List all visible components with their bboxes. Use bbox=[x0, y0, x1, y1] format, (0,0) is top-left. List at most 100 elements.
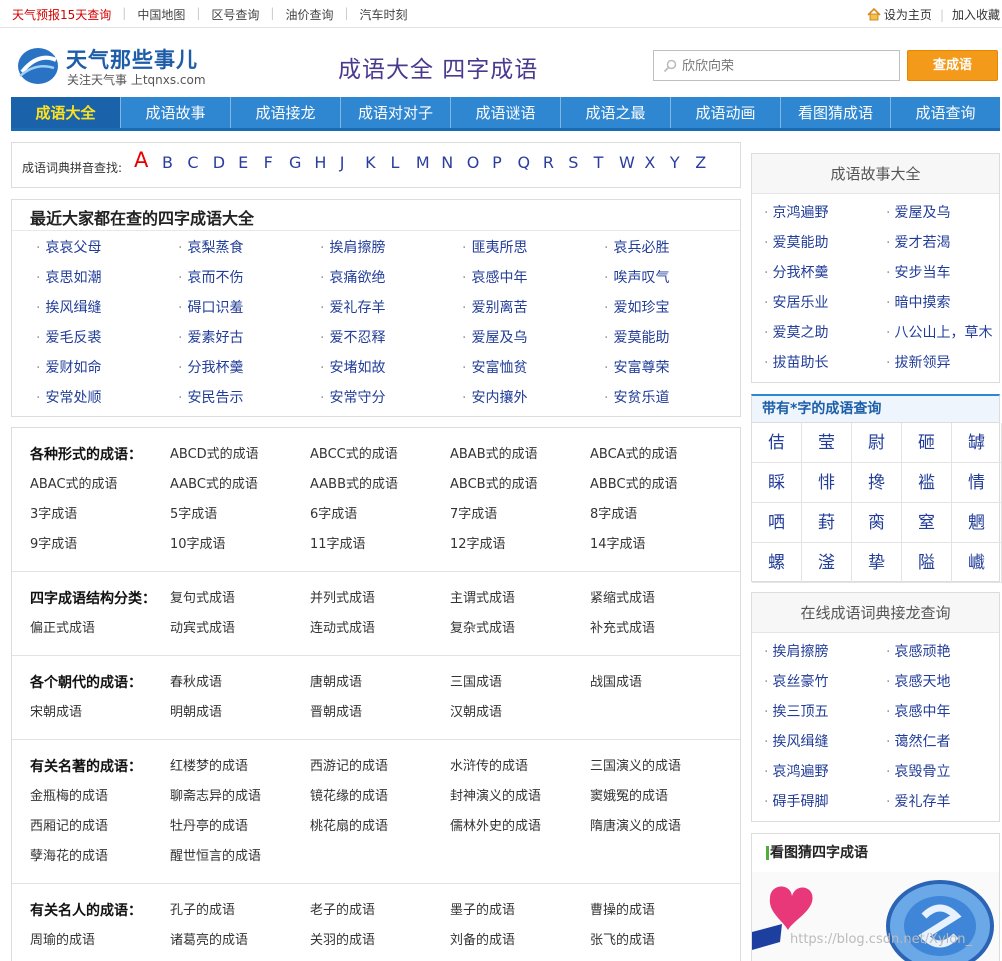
category-link[interactable]: AABB式的成语 bbox=[310, 470, 450, 500]
category-link[interactable]: ABCB式的成语 bbox=[450, 470, 590, 500]
top-link-map[interactable]: 中国地图 bbox=[137, 6, 185, 23]
category-link[interactable]: 宋朝成语 bbox=[30, 698, 170, 728]
side-idiom-link[interactable]: 拔新领异 bbox=[886, 348, 1002, 378]
char-query-cell[interactable]: 葑 bbox=[802, 503, 852, 543]
recent-idiom-link[interactable]: 爱别离苦 bbox=[462, 296, 604, 326]
category-link[interactable]: 复杂式成语 bbox=[450, 614, 590, 644]
category-link[interactable]: 唐朝成语 bbox=[310, 668, 450, 698]
guess-picture-image[interactable] bbox=[752, 872, 1000, 961]
category-link[interactable]: 6字成语 bbox=[310, 500, 450, 530]
category-link[interactable]: 窦娥冤的成语 bbox=[590, 782, 730, 812]
category-link[interactable]: 老子的成语 bbox=[310, 896, 450, 926]
category-link[interactable]: 5字成语 bbox=[170, 500, 310, 530]
side-idiom-link[interactable]: 安居乐业 bbox=[764, 288, 886, 318]
side-idiom-link[interactable]: 京鸿遍野 bbox=[764, 198, 886, 228]
char-query-cell[interactable]: 莹 bbox=[802, 423, 852, 463]
category-link[interactable]: 封神演义的成语 bbox=[450, 782, 590, 812]
side-idiom-link[interactable]: 分我杯羹 bbox=[764, 258, 886, 288]
category-link[interactable]: 偏正式成语 bbox=[30, 614, 170, 644]
char-query-cell[interactable]: 脔 bbox=[852, 503, 902, 543]
recent-idiom-link[interactable]: 爱财如命 bbox=[36, 356, 178, 386]
side-idiom-link[interactable]: 爱才若渴 bbox=[886, 228, 1002, 258]
nav-tab-animation[interactable]: 成语动画 bbox=[671, 97, 781, 128]
category-link[interactable]: 9字成语 bbox=[30, 530, 170, 560]
side-idiom-link[interactable]: 蔼然仁者 bbox=[886, 727, 1002, 757]
pinyin-letter-n[interactable]: N bbox=[441, 153, 466, 172]
recent-idiom-link[interactable]: 哀哀父母 bbox=[36, 236, 178, 266]
char-query-cell[interactable]: 褴 bbox=[902, 463, 952, 503]
recent-idiom-link[interactable]: 爱素好古 bbox=[178, 326, 320, 356]
category-link[interactable]: 11字成语 bbox=[310, 530, 450, 560]
recent-idiom-link[interactable]: 哀梨蒸食 bbox=[178, 236, 320, 266]
pinyin-letter-d[interactable]: D bbox=[213, 153, 238, 172]
recent-idiom-link[interactable]: 哀思如潮 bbox=[36, 266, 178, 296]
category-link[interactable]: 三国演义的成语 bbox=[590, 752, 730, 782]
recent-idiom-link[interactable]: 碍口识羞 bbox=[178, 296, 320, 326]
pinyin-letter-x[interactable]: X bbox=[644, 153, 669, 172]
category-link[interactable]: 主谓式成语 bbox=[450, 584, 590, 614]
category-link[interactable]: 孽海花的成语 bbox=[30, 842, 170, 872]
pinyin-letter-s[interactable]: S bbox=[568, 153, 593, 172]
side-idiom-link[interactable]: 爱屋及乌 bbox=[886, 198, 1002, 228]
category-link[interactable]: 复句式成语 bbox=[170, 584, 310, 614]
category-link[interactable]: 刘备的成语 bbox=[450, 926, 590, 956]
pinyin-letter-j[interactable]: J bbox=[340, 153, 365, 172]
recent-idiom-link[interactable]: 爱屋及乌 bbox=[462, 326, 604, 356]
recent-idiom-link[interactable]: 哀兵必胜 bbox=[604, 236, 746, 266]
recent-idiom-link[interactable]: 挨风缉缝 bbox=[36, 296, 178, 326]
category-link[interactable]: 周瑜的成语 bbox=[30, 926, 170, 956]
pinyin-letter-p[interactable]: P bbox=[492, 153, 517, 172]
side-idiom-link[interactable]: 八公山上，草木 bbox=[886, 318, 1002, 348]
side-idiom-link[interactable]: 爱礼存羊 bbox=[886, 787, 1002, 817]
category-link[interactable]: ABAB式的成语 bbox=[450, 440, 590, 470]
side-idiom-link[interactable]: 挨风缉缝 bbox=[764, 727, 886, 757]
category-link[interactable]: 隋唐演义的成语 bbox=[590, 812, 730, 842]
char-query-cell[interactable]: 滏 bbox=[802, 543, 852, 583]
category-link[interactable]: 红楼梦的成语 bbox=[170, 752, 310, 782]
category-link[interactable]: 14字成语 bbox=[590, 530, 730, 560]
recent-idiom-link[interactable]: 爱礼存羊 bbox=[320, 296, 462, 326]
char-query-cell[interactable]: 窒 bbox=[902, 503, 952, 543]
category-link[interactable]: 诸葛亮的成语 bbox=[170, 926, 310, 956]
category-link[interactable]: 10字成语 bbox=[170, 530, 310, 560]
recent-idiom-link[interactable]: 爱莫能助 bbox=[604, 326, 746, 356]
side-idiom-link[interactable]: 爱莫之助 bbox=[764, 318, 886, 348]
category-link[interactable]: 镜花缘的成语 bbox=[310, 782, 450, 812]
nav-tab-idiom-all[interactable]: 成语大全 bbox=[11, 97, 121, 128]
pinyin-letter-f[interactable]: F bbox=[264, 153, 289, 172]
side-idiom-link[interactable]: 哀感中年 bbox=[886, 697, 1002, 727]
category-link[interactable]: 儒林外史的成语 bbox=[450, 812, 590, 842]
recent-idiom-link[interactable]: 安堵如故 bbox=[320, 356, 462, 386]
nav-tab-couplets[interactable]: 成语对对子 bbox=[341, 97, 451, 128]
char-query-cell[interactable]: 螺 bbox=[752, 543, 802, 583]
category-link[interactable]: 战国成语 bbox=[590, 668, 730, 698]
pinyin-letter-w[interactable]: W bbox=[619, 153, 644, 172]
pinyin-letter-l[interactable]: L bbox=[391, 153, 416, 172]
side-idiom-link[interactable]: 哀毁骨立 bbox=[886, 757, 1002, 787]
category-link[interactable]: 墨子的成语 bbox=[450, 896, 590, 926]
recent-idiom-link[interactable]: 安富尊荣 bbox=[604, 356, 746, 386]
search-input[interactable] bbox=[682, 56, 892, 76]
recent-idiom-link[interactable]: 挨肩擦膀 bbox=[320, 236, 462, 266]
recent-idiom-link[interactable]: 哀痛欲绝 bbox=[320, 266, 462, 296]
pinyin-letter-y[interactable]: Y bbox=[670, 153, 695, 172]
recent-idiom-link[interactable]: 匪夷所思 bbox=[462, 236, 604, 266]
category-link[interactable]: 晋朝成语 bbox=[310, 698, 450, 728]
side-idiom-link[interactable]: 哀感顽艳 bbox=[886, 637, 1002, 667]
category-link[interactable]: ABAC式的成语 bbox=[30, 470, 170, 500]
recent-idiom-link[interactable]: 安贫乐道 bbox=[604, 386, 746, 416]
recent-idiom-link[interactable]: 哀感中年 bbox=[462, 266, 604, 296]
char-query-cell[interactable]: 巇 bbox=[952, 543, 1002, 583]
nav-tab-stories[interactable]: 成语故事 bbox=[121, 97, 231, 128]
char-query-cell[interactable]: 砸 bbox=[902, 423, 952, 463]
pinyin-letter-g[interactable]: G bbox=[289, 153, 314, 172]
pinyin-letter-c[interactable]: C bbox=[187, 153, 212, 172]
recent-idiom-link[interactable]: 爱毛反裘 bbox=[36, 326, 178, 356]
nav-tab-riddles[interactable]: 成语谜语 bbox=[451, 97, 561, 128]
category-link[interactable]: 张飞的成语 bbox=[590, 926, 730, 956]
category-link[interactable]: 牡丹亭的成语 bbox=[170, 812, 310, 842]
side-idiom-link[interactable]: 碍手碍脚 bbox=[764, 787, 886, 817]
recent-idiom-link[interactable]: 哀而不伤 bbox=[178, 266, 320, 296]
char-query-cell[interactable]: 魍 bbox=[952, 503, 1002, 543]
category-link[interactable]: 醒世恒言的成语 bbox=[170, 842, 310, 872]
